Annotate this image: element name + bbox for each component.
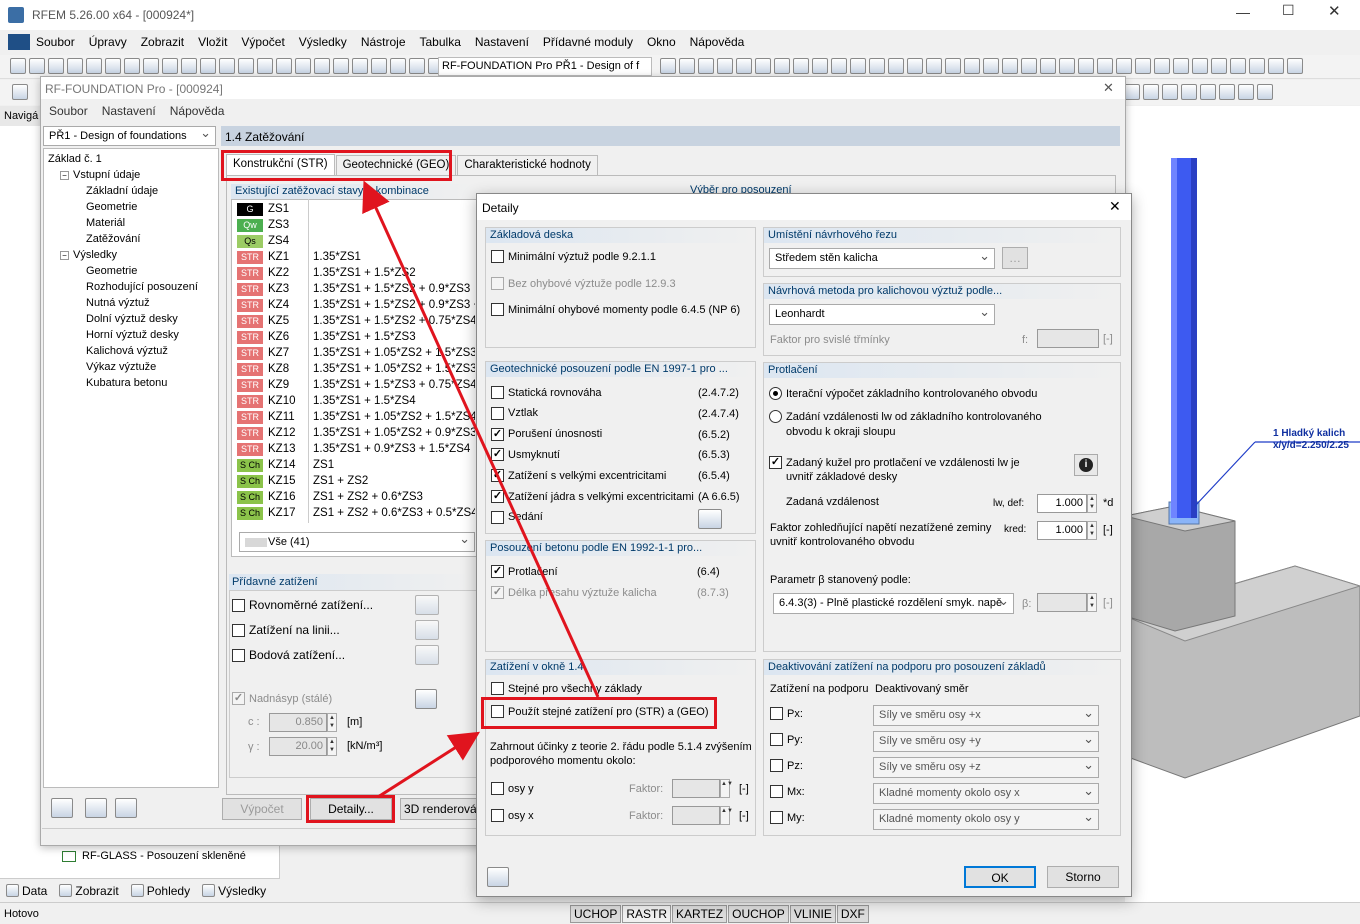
annotation-arrows (362, 180, 600, 799)
